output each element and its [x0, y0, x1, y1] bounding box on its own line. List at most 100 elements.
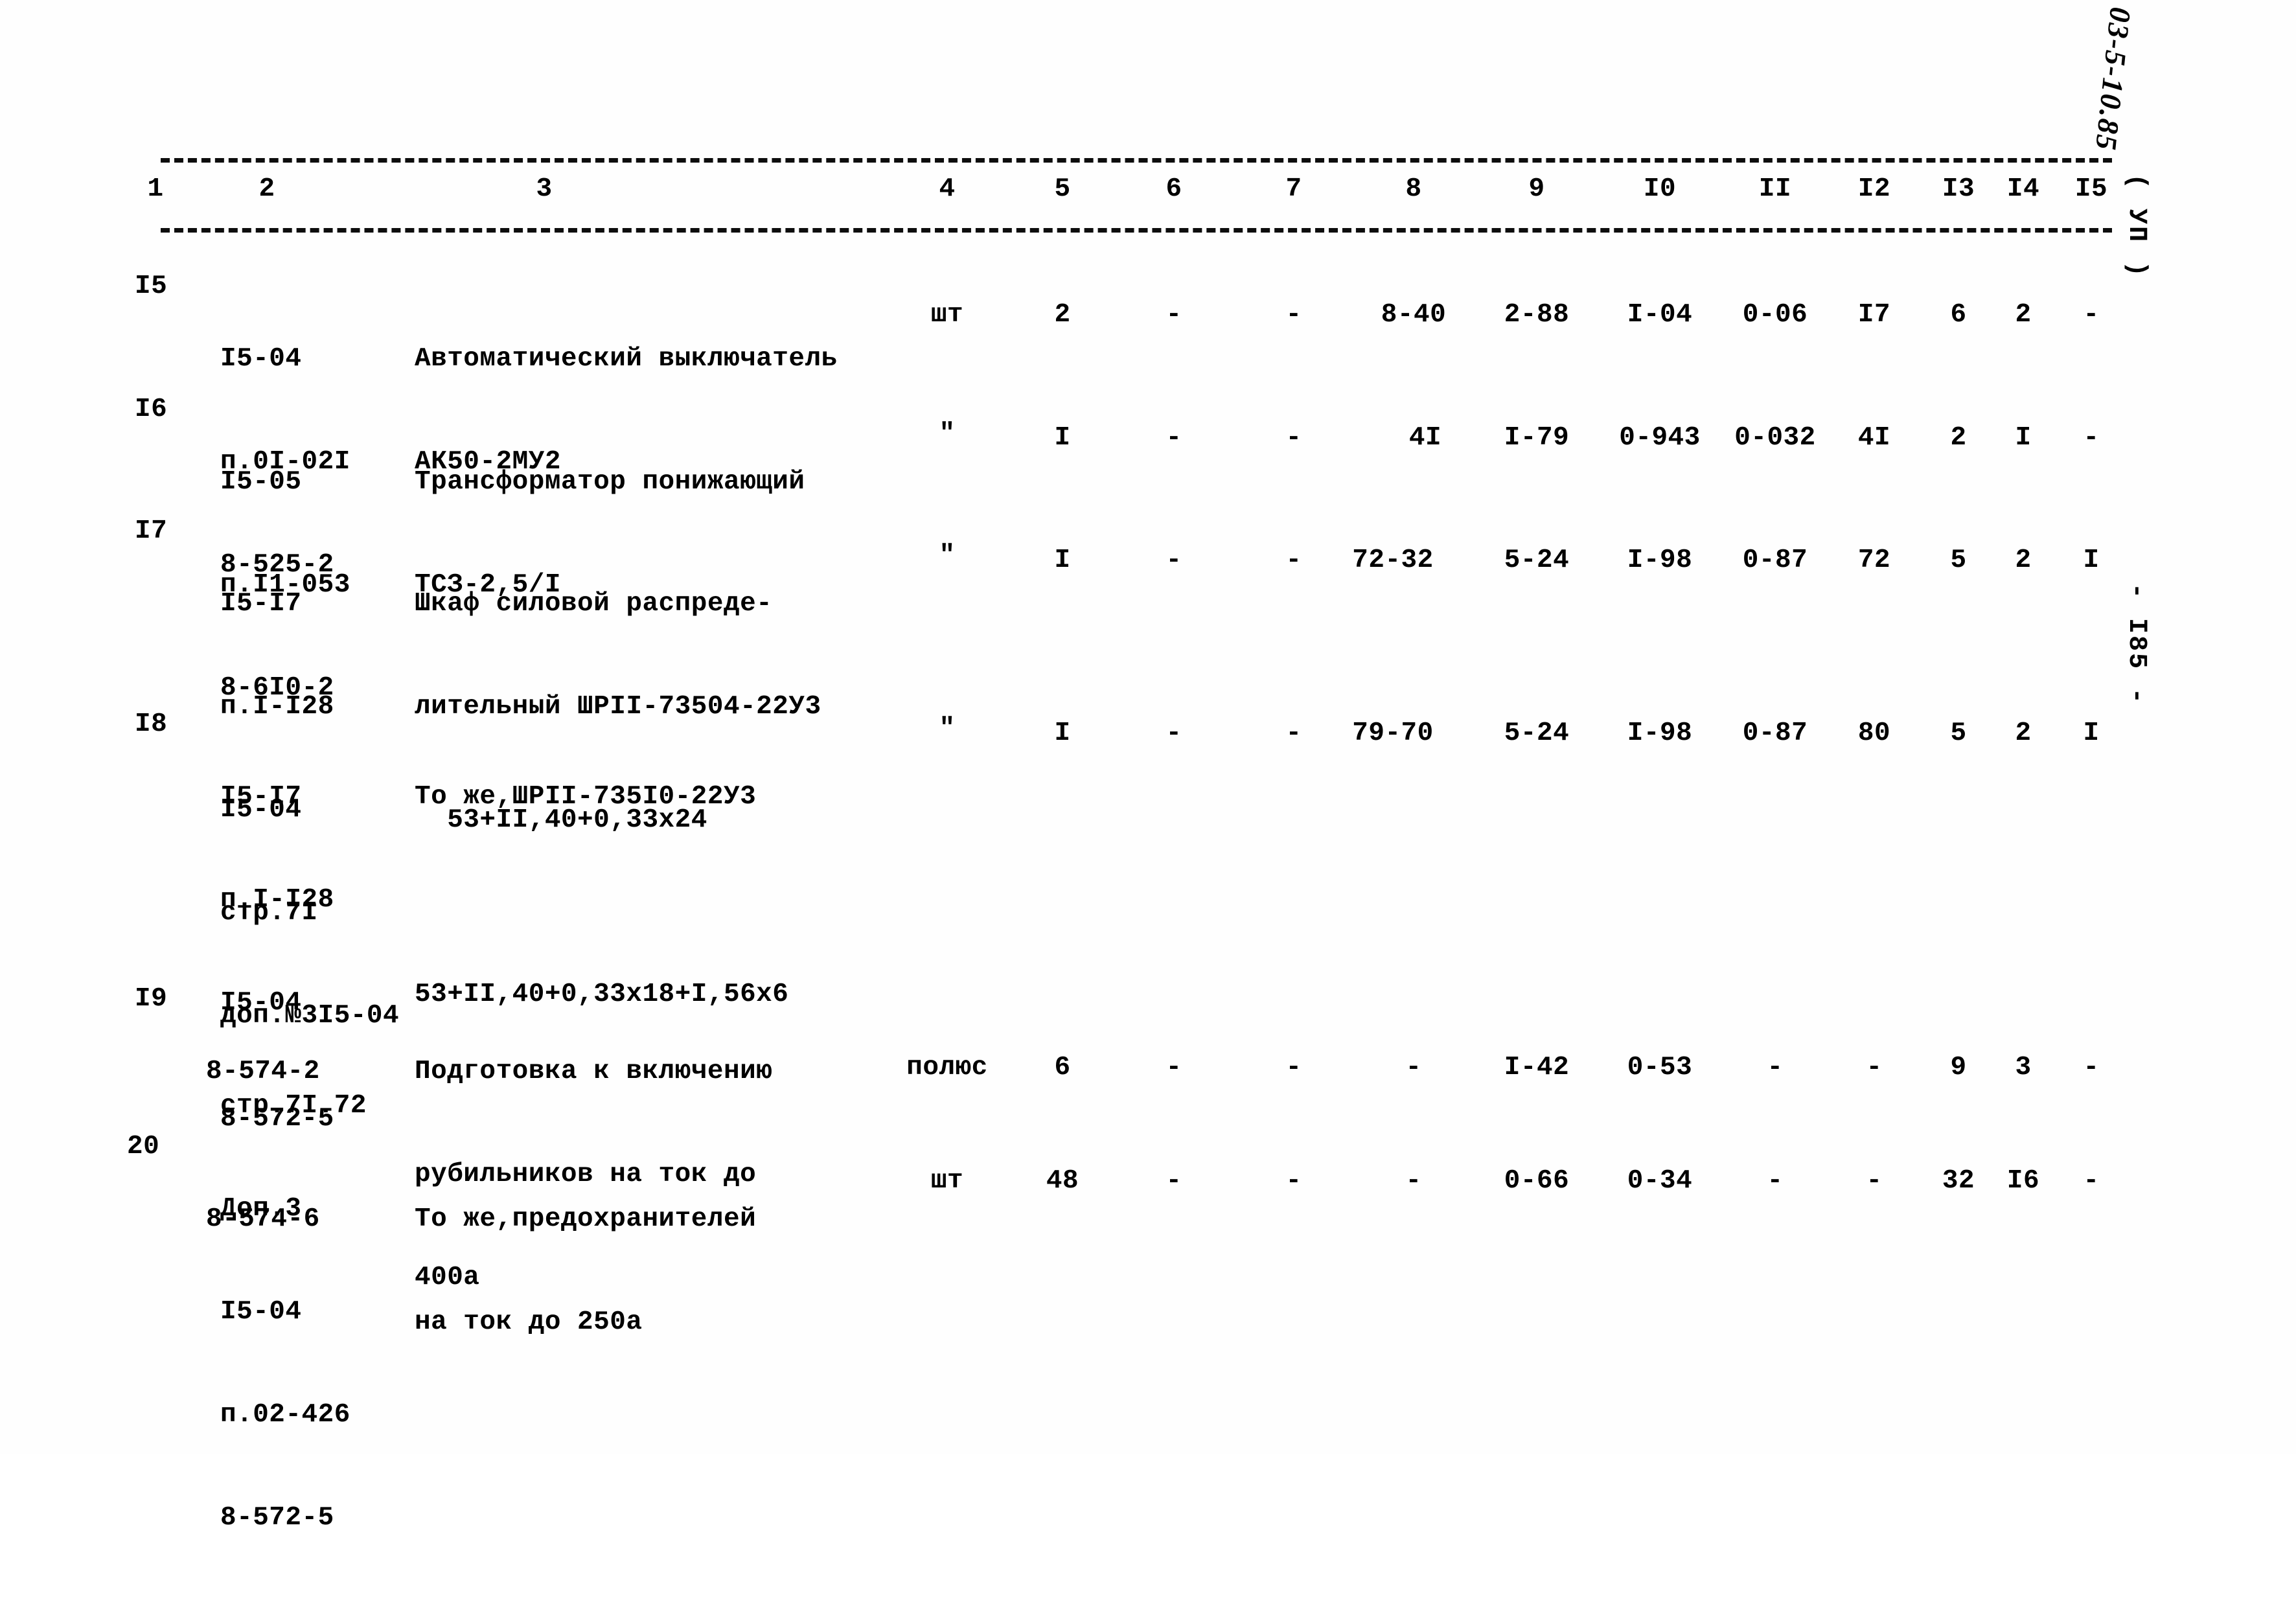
cell-col11: 0-87 [1742, 718, 1808, 748]
cell-col9: I-42 [1504, 1053, 1570, 1083]
table-row: I5 [135, 271, 168, 301]
cell-unit: шт [930, 1166, 964, 1196]
column-header-14: I4 [2006, 174, 2040, 204]
row-code: п.02-426 [220, 1400, 350, 1430]
table-header-rule-top [161, 158, 2112, 163]
cell-col5: I [1054, 423, 1071, 453]
section-mark: ( УП ) [2122, 174, 2151, 279]
cell-col15: I [2083, 718, 2100, 748]
table-row: 20 [127, 1132, 160, 1162]
column-header-2: 2 [258, 174, 275, 204]
cell-col11: - [1767, 1166, 1784, 1196]
column-header-13: I3 [1942, 174, 1975, 204]
column-header-6: 6 [1165, 174, 1182, 204]
cell-unit: полюс [906, 1053, 988, 1083]
document-page: 1 2 3 4 5 6 7 8 9 I0 II I2 I3 I4 I5 I5 I… [0, 0, 2296, 1533]
cell-col9: 5-24 [1504, 718, 1570, 748]
row-code: 8-574-6 [206, 1204, 320, 1234]
row-code: I5-I7 [220, 589, 302, 619]
cell-col9: 5-24 [1504, 545, 1570, 575]
column-header-12: I2 [1857, 174, 1891, 204]
cell-col15: - [2083, 1166, 2100, 1196]
page-number: - I85 - [2122, 583, 2151, 706]
table-row: I7 [135, 516, 168, 546]
cell-col8: 79-70 [1352, 718, 1434, 748]
cell-col14: I6 [2006, 1166, 2040, 1196]
cell-col13: 9 [1950, 1053, 1967, 1083]
row-code: I5-05 [220, 467, 302, 497]
row-code: 8-574-2 [206, 1057, 320, 1086]
handwritten-margin-code: 03-5-10.85 [2089, 5, 2138, 153]
cell-col11: 0-032 [1734, 423, 1816, 453]
cell-col14: 2 [2015, 718, 2032, 748]
column-header-10: I0 [1643, 174, 1677, 204]
cell-col14: I [2015, 423, 2032, 453]
cell-col14: 2 [2015, 545, 2032, 575]
cell-col9: I-79 [1504, 423, 1570, 453]
row-code: I5-04 [220, 344, 302, 374]
description-line: на ток до 250а [415, 1307, 643, 1337]
cell-col8: - [1405, 1053, 1422, 1083]
cell-col8: 4I [1408, 423, 1442, 453]
description-line: Подготовка к включению [415, 1057, 773, 1086]
cell-col10: 0-943 [1619, 423, 1701, 453]
cell-col5: 48 [1046, 1166, 1079, 1196]
cell-col6: - [1165, 1166, 1182, 1196]
table-row: I8 [135, 709, 168, 739]
row-description: То же,предохранителей на ток до 250а [415, 1134, 756, 1408]
column-header-4: 4 [939, 174, 956, 204]
cell-col15: - [2083, 423, 2100, 453]
cell-col9: 0-66 [1504, 1166, 1570, 1196]
row-code: I5-I7 [220, 782, 302, 812]
row-code: п.I-I28 [220, 885, 334, 915]
cell-col7: - [1285, 545, 1302, 575]
column-header-9: 9 [1528, 174, 1545, 204]
row-code-block: 8-574-6 [206, 1134, 320, 1305]
cell-col7: - [1285, 1053, 1302, 1083]
column-header-3: 3 [536, 174, 553, 204]
cell-col11: 0-06 [1742, 300, 1808, 330]
cell-col13: 6 [1950, 300, 1967, 330]
row-code: 8-572-5 [220, 1503, 334, 1533]
table-header-rule-bottom [161, 228, 2112, 233]
cell-col5: I [1054, 545, 1071, 575]
column-header-15: I5 [2074, 174, 2108, 204]
cell-col6: - [1165, 1053, 1182, 1083]
cell-col7: - [1285, 1166, 1302, 1196]
description-line [415, 883, 788, 909]
cell-col8: 8-40 [1381, 300, 1447, 330]
description-line: Автоматический выключатель [415, 344, 838, 374]
cell-col7: - [1285, 423, 1302, 453]
cell-col7: - [1285, 718, 1302, 748]
cell-unit: " [939, 541, 956, 571]
column-header-1: 1 [147, 174, 164, 204]
column-header-5: 5 [1054, 174, 1071, 204]
column-header-8: 8 [1405, 174, 1422, 204]
cell-col14: 3 [2015, 1053, 2032, 1083]
cell-col5: 6 [1054, 1053, 1071, 1083]
cell-col5: I [1054, 718, 1071, 748]
cell-col13: 2 [1950, 423, 1967, 453]
cell-unit: " [939, 419, 956, 449]
cell-col13: 32 [1942, 1166, 1975, 1196]
cell-col12: - [1866, 1166, 1883, 1196]
cell-col8: 72-32 [1352, 545, 1434, 575]
cell-col15: I [2083, 545, 2100, 575]
description-line: Трансформатор понижающий [415, 467, 805, 497]
description-line: То же,ШРII-735I0-22У3 [415, 782, 757, 812]
column-header-11: II [1758, 174, 1792, 204]
cell-col6: - [1165, 545, 1182, 575]
table-row: I9 [135, 984, 168, 1014]
cell-col10: 0-53 [1627, 1053, 1693, 1083]
cell-col6: - [1165, 300, 1182, 330]
cell-col8: - [1405, 1166, 1422, 1196]
cell-col10: I-98 [1627, 718, 1693, 748]
cell-col15: - [2083, 1053, 2100, 1083]
cell-col6: - [1165, 718, 1182, 748]
description-line: Шкаф силовой распреде- [415, 589, 773, 619]
cell-col7: - [1285, 300, 1302, 330]
cell-unit: " [939, 714, 956, 744]
cell-col9: 2-88 [1504, 300, 1570, 330]
row-code-block: 8-574-2 [206, 986, 320, 1158]
cell-col12: 80 [1857, 718, 1891, 748]
